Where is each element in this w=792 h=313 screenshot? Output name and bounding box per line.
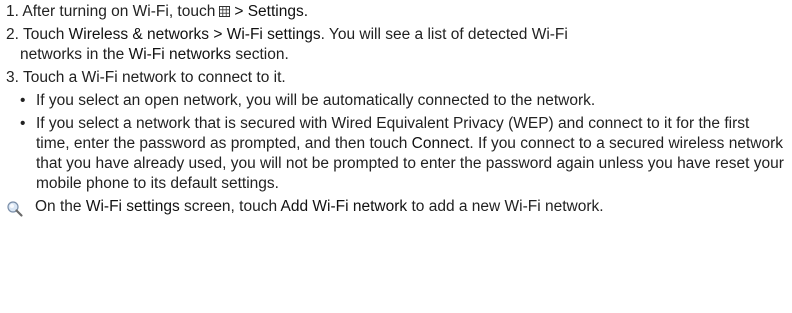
step-1-settings-path: > Settings. — [234, 3, 309, 20]
tip-text-a: On the — [35, 198, 82, 215]
grid-menu-icon — [219, 6, 231, 17]
step-1-number: 1. — [6, 3, 19, 20]
step-1-text-before: After turning on Wi-Fi, touch — [22, 3, 216, 20]
step-2-text-c: networks in the — [20, 46, 125, 63]
bullet-open-network-text: If you select an open network, you will … — [36, 92, 596, 109]
step-2-text-b: . You will see a list of detected Wi-Fi — [320, 26, 568, 43]
step-2-number: 2. — [6, 26, 19, 43]
tip-magnifier-icon — [7, 201, 23, 217]
step-3-text: Touch a Wi-Fi network to connect to it. — [22, 69, 286, 86]
step-3-bullet-list: • If you select an open network, you wil… — [6, 91, 786, 194]
step-3: 3. Touch a Wi-Fi network to connect to i… — [6, 68, 786, 88]
tip-action-name: Add Wi-Fi network — [280, 198, 408, 215]
step-2-section-name: Wi-Fi networks — [128, 46, 232, 63]
bullet-secured-network: • If you select a network that is secure… — [6, 114, 786, 194]
step-2-text-d: section. — [235, 46, 289, 63]
tip-text-c: to add a new Wi-Fi network. — [411, 198, 604, 215]
step-1: 1. After turning on Wi-Fi, touch > Setti… — [6, 2, 786, 22]
tip-screen-name: Wi-Fi settings — [85, 198, 180, 215]
bullet-marker: • — [20, 92, 26, 109]
instruction-document: 1. After turning on Wi-Fi, touch > Setti… — [6, 2, 786, 217]
step-3-number: 3. — [6, 69, 19, 86]
step-2-menu-path: Wireless & networks > Wi-Fi settings — [68, 26, 321, 43]
step-2: 2. Touch Wireless & networks > Wi-Fi set… — [6, 25, 786, 65]
tip-note: On the Wi-Fi settings screen, touch Add … — [6, 197, 786, 217]
bullet-marker: • — [20, 115, 26, 132]
connect-label: Connect — [411, 135, 470, 152]
tip-text-b: screen, touch — [184, 198, 278, 215]
step-2-text-a: Touch — [22, 26, 65, 43]
bullet-open-network: • If you select an open network, you wil… — [6, 91, 786, 111]
